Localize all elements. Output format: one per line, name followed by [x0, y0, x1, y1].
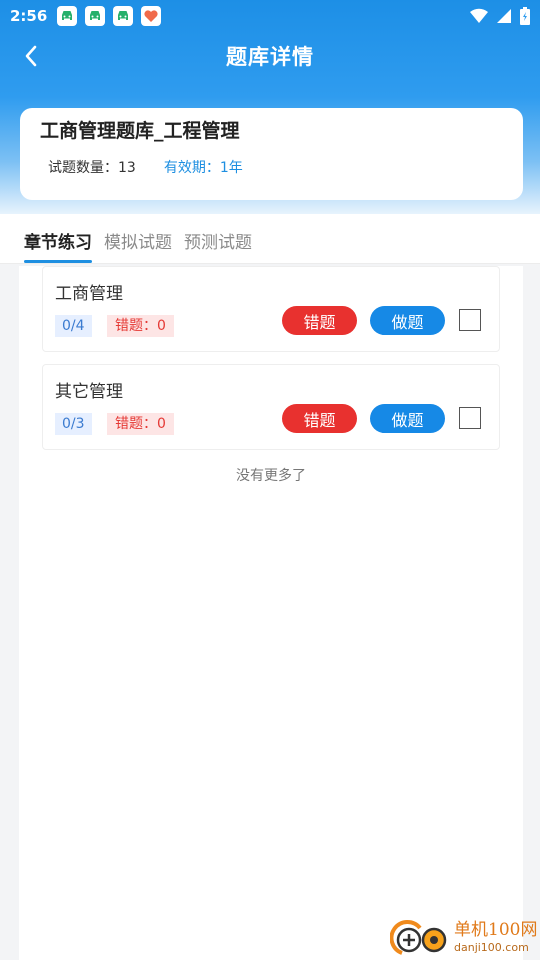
bank-info-card: 工商管理题库_工程管理 试题数量：13 有效期：1年 — [20, 108, 523, 200]
practice-button[interactable]: 做题 — [370, 306, 445, 335]
chapter-name: 其它管理 — [55, 382, 123, 402]
list-item: 其它管理 0/3 错题：0 错题 做题 — [42, 364, 500, 450]
watermark-name: 单机100网 — [454, 919, 538, 940]
chapter-list: 工商管理 0/4 错题：0 错题 做题 其它管理 0/3 错题：0 错题 做题 … — [19, 266, 523, 960]
select-checkbox[interactable] — [459, 407, 481, 429]
top-bar: 题库详情 — [0, 32, 540, 80]
select-checkbox[interactable] — [459, 309, 481, 331]
wrong-questions-button[interactable]: 错题 — [282, 404, 357, 433]
chapter-name: 工商管理 — [55, 284, 123, 304]
wrong-count-badge: 错题：0 — [107, 413, 174, 435]
car-app-icon — [85, 6, 106, 26]
watermark-logo-icon — [390, 920, 447, 955]
status-right-icons — [470, 7, 530, 25]
status-bar: 2:56 — [0, 0, 540, 32]
watermark-url: danji100.com — [454, 940, 529, 954]
wrong-count-badge: 错题：0 — [107, 315, 174, 337]
wifi-icon — [470, 8, 488, 23]
list-item: 工商管理 0/4 错题：0 错题 做题 — [42, 266, 500, 352]
tab-chapter-practice[interactable]: 章节练习 — [24, 214, 92, 263]
bank-name: 工商管理题库_工程管理 — [40, 120, 240, 142]
bank-meta: 试题数量：13 有效期：1年 — [40, 157, 503, 177]
tab-mock-exam[interactable]: 模拟试题 — [104, 214, 172, 263]
status-time: 2:56 — [10, 7, 48, 25]
progress-badge: 0/4 — [55, 315, 92, 337]
validity-period: 有效期：1年 — [163, 160, 243, 176]
tab-predict-exam[interactable]: 预测试题 — [184, 214, 252, 263]
heart-app-icon — [141, 6, 162, 26]
watermark: 单机100网 danji100.com — [390, 918, 537, 956]
wrong-questions-button[interactable]: 错题 — [282, 306, 357, 335]
back-button[interactable] — [18, 42, 46, 70]
page-title: 题库详情 — [226, 45, 314, 69]
chevron-left-icon — [25, 45, 37, 67]
list-end-text: 没有更多了 — [236, 468, 306, 484]
progress-badge: 0/3 — [55, 413, 92, 435]
signal-icon — [497, 9, 511, 23]
tab-bar: 章节练习 模拟试题 预测试题 — [0, 214, 540, 264]
car-app-icon — [57, 6, 78, 26]
question-count: 试题数量：13 — [48, 160, 136, 176]
practice-button[interactable]: 做题 — [370, 404, 445, 433]
car-app-icon — [113, 6, 134, 26]
battery-icon — [520, 7, 530, 25]
